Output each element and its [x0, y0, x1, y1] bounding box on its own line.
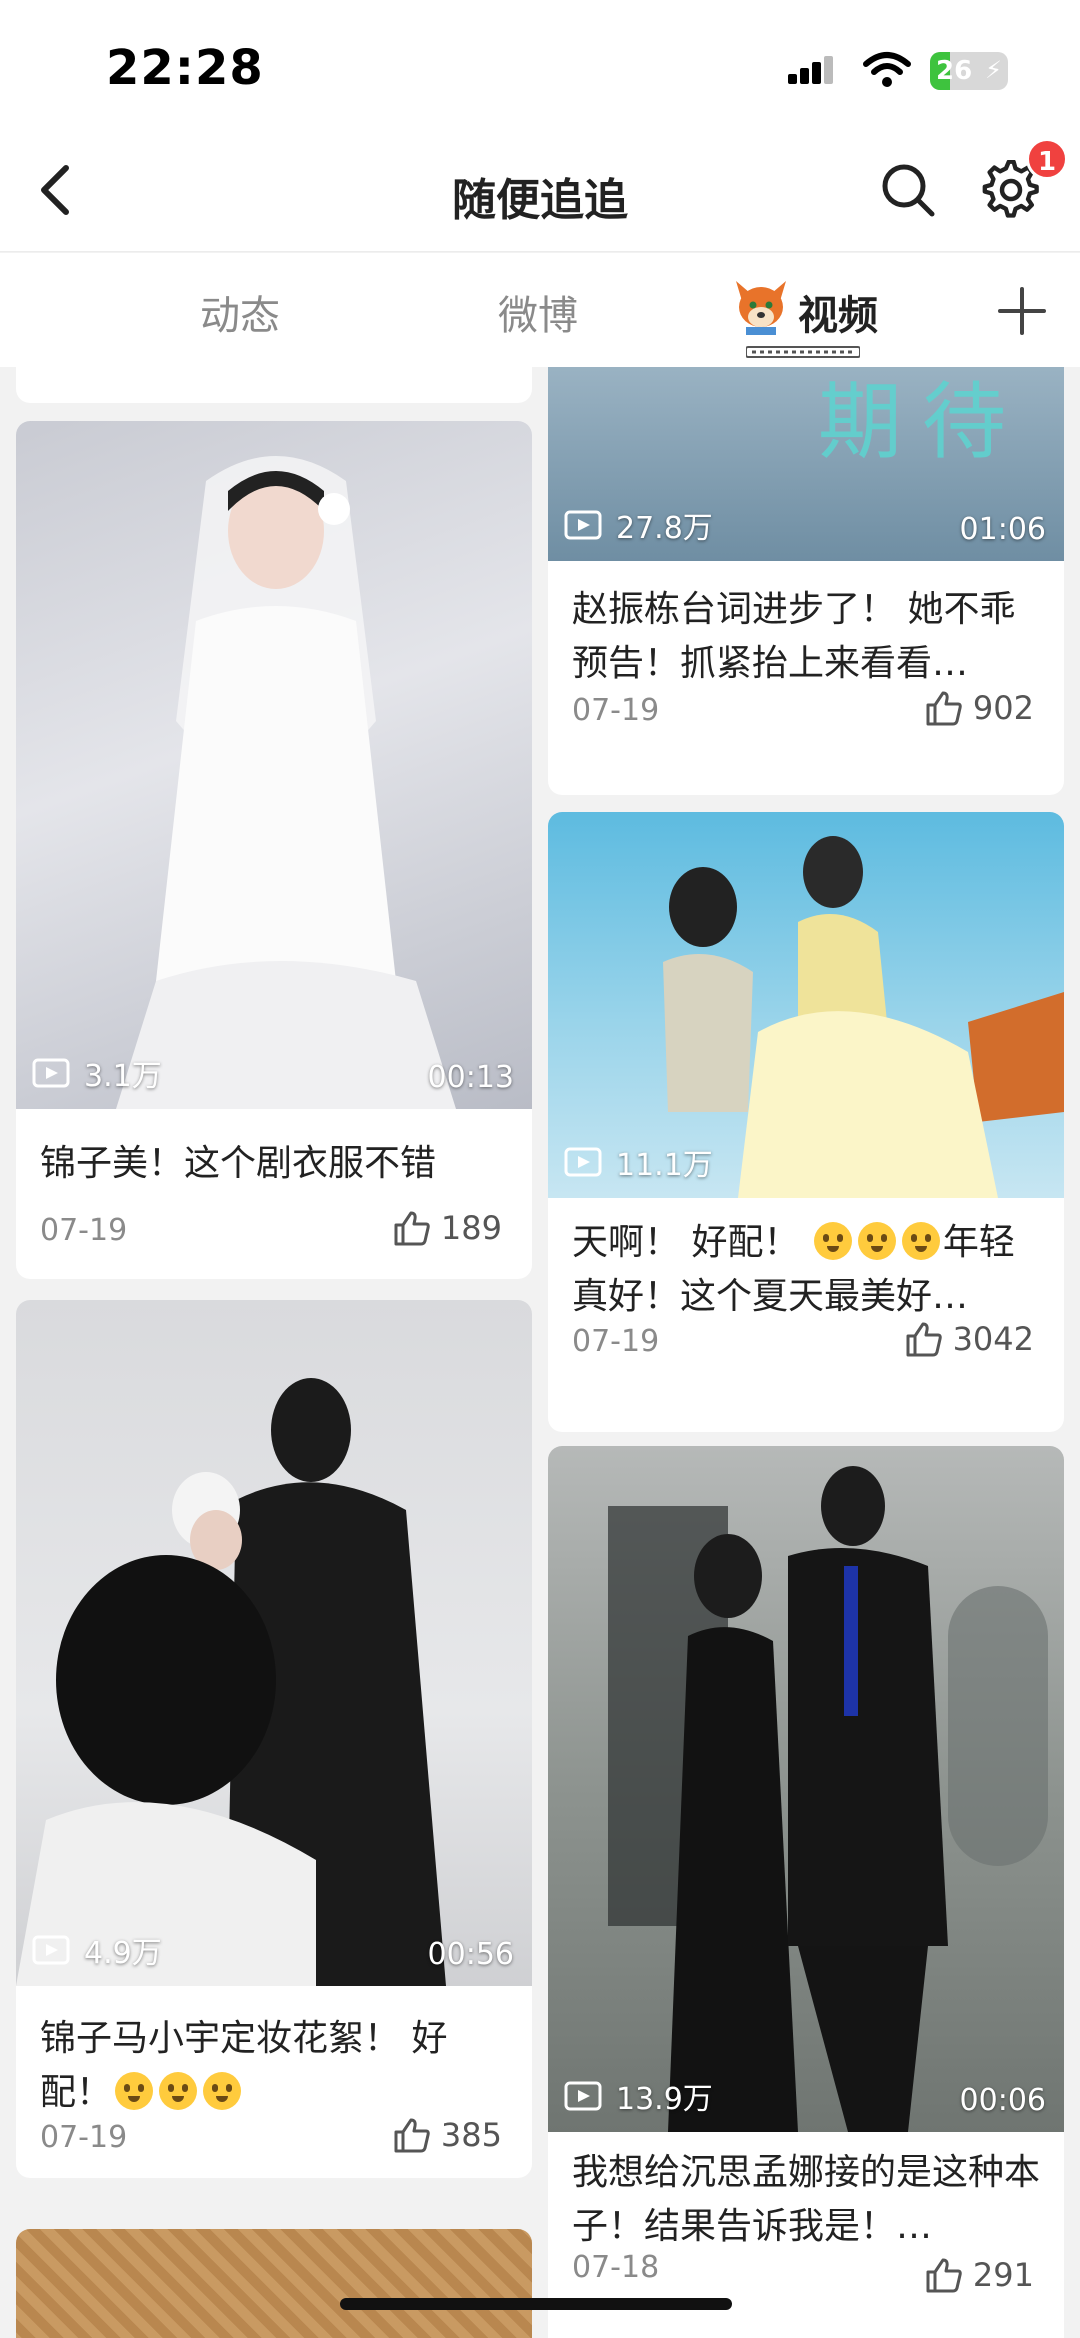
thumbnail-overlay-text: 期待 — [818, 373, 1027, 471]
tab-bar: 动态 微博 视频 — [0, 253, 1080, 367]
post-date: 07-18 — [572, 2250, 660, 2285]
add-tab-button[interactable] — [996, 285, 1048, 337]
view-count-text: 27.8万 — [616, 511, 713, 546]
video-duration: 00:13 — [427, 1060, 514, 1095]
like-button[interactable]: 189 — [393, 1209, 502, 1247]
emoji-icon — [901, 1222, 940, 1260]
video-title: 锦子美！这个剧衣服不错 — [40, 1143, 437, 1184]
couple-photo-illustration — [16, 1378, 446, 1986]
video-card-partial[interactable] — [16, 367, 532, 403]
thumbs-up-icon — [926, 2258, 962, 2293]
view-count: 27.8万 — [564, 503, 713, 547]
post-date: 07-19 — [40, 1213, 128, 1248]
view-count: 13.9万 — [564, 2074, 713, 2118]
play-icon — [32, 1058, 70, 1088]
battery-percent: 26 — [936, 56, 973, 86]
thumbs-up-icon — [906, 1322, 942, 1357]
tab-video[interactable]: 视频 — [798, 283, 878, 341]
notification-badge: 1 — [1026, 138, 1068, 180]
video-thumbnail[interactable]: 11.1万 — [548, 812, 1064, 1198]
emoji-icon — [159, 2072, 198, 2110]
video-feed[interactable]: 3.1万 00:13 锦子美！这个剧衣服不错 07-19 189 4.9万 00… — [0, 367, 1080, 2338]
like-count: 3042 — [952, 1320, 1034, 1358]
tab-weibo[interactable]: 微博 — [498, 283, 578, 341]
video-title: 锦子马小宇定妆花絮！ 好配！ — [40, 2012, 508, 2120]
status-time: 22:28 — [106, 40, 264, 96]
thumbs-up-icon — [926, 691, 962, 726]
view-count: 11.1万 — [564, 1140, 713, 1184]
home-indicator — [340, 2298, 732, 2310]
video-title: 我想给沉思孟娜接的是这种本子！结果告诉我是！… — [572, 2152, 1040, 2247]
video-thumbnail[interactable]: 4.9万 00:56 — [16, 1300, 532, 1986]
tab-active-decoration — [746, 346, 860, 358]
video-card[interactable]: 11.1万 天啊！ 好配！ 年轻真好！这个夏天最美好… 07-19 3042 — [548, 812, 1064, 1432]
post-date: 07-19 — [40, 2120, 128, 2155]
view-count-text: 3.1万 — [84, 1059, 162, 1094]
battery-indicator: 26 ⚡ — [930, 52, 1008, 90]
view-count-text: 11.1万 — [616, 1148, 713, 1183]
view-count: 3.1万 — [32, 1051, 162, 1095]
emoji-icon — [857, 1222, 896, 1260]
like-button[interactable]: 3042 — [905, 1320, 1034, 1358]
video-title-text: 锦子马小宇定妆花絮！ 好配！ — [40, 2018, 448, 2113]
view-count-text: 13.9万 — [616, 2082, 713, 2117]
post-date: 07-19 — [572, 693, 660, 728]
like-count: 902 — [972, 689, 1034, 727]
video-card[interactable]: 3.1万 00:13 锦子美！这个剧衣服不错 07-19 189 — [16, 421, 532, 1279]
video-duration: 00:06 — [959, 2083, 1046, 2118]
video-title-lead: 天啊！ 好配！ — [572, 1222, 811, 1263]
video-card[interactable]: 13.9万 00:06 我想给沉思孟娜接的是这种本子！结果告诉我是！… 07-1… — [548, 1446, 1064, 2338]
video-duration: 00:56 — [427, 1937, 514, 1972]
couple-evening-illustration — [608, 1466, 1048, 2132]
charging-bolt-icon: ⚡ — [985, 56, 1002, 84]
like-count: 189 — [440, 1209, 502, 1247]
video-thumbnail[interactable]: 期待 27.8万 01:06 — [548, 367, 1064, 561]
like-count: 291 — [972, 2256, 1034, 2294]
emoji-icon — [813, 1222, 852, 1260]
video-card[interactable]: 4.9万 00:56 锦子马小宇定妆花絮！ 好配！ 07-19 385 — [16, 1300, 532, 2178]
thumbs-up-icon — [394, 1211, 430, 1246]
video-thumbnail[interactable]: 13.9万 00:06 — [548, 1446, 1064, 2132]
like-button[interactable]: 385 — [393, 2116, 502, 2154]
play-icon — [564, 1147, 602, 1177]
search-icon[interactable] — [878, 160, 938, 220]
play-icon — [564, 2081, 602, 2111]
emoji-icon — [115, 2072, 154, 2110]
video-title: 天啊！ 好配！ 年轻真好！这个夏天最美好… — [572, 1216, 1040, 1324]
fox-mascot-icon — [736, 281, 786, 335]
video-card-partial[interactable] — [16, 2229, 532, 2338]
thumbs-up-icon — [394, 2118, 430, 2153]
nav-bar: 随便追追 1 — [0, 130, 1080, 252]
video-duration: 01:06 — [959, 512, 1046, 547]
video-title: 赵振栋台词进步了！ 她不乖预告！抓紧抬上来看看… — [572, 589, 1016, 684]
tab-dynamic[interactable]: 动态 — [200, 283, 280, 341]
cellular-signal-icon — [788, 56, 833, 84]
video-thumbnail[interactable] — [16, 2229, 532, 2338]
wifi-icon — [863, 52, 911, 87]
emoji-icon — [203, 2072, 242, 2110]
play-icon — [564, 510, 602, 540]
like-count: 385 — [440, 2116, 502, 2154]
like-button[interactable]: 291 — [925, 2256, 1034, 2294]
like-button[interactable]: 902 — [925, 689, 1034, 727]
play-icon — [32, 1935, 70, 1965]
status-bar: 22:28 26 ⚡ — [0, 0, 1080, 130]
video-thumbnail[interactable]: 3.1万 00:13 — [16, 421, 532, 1109]
post-date: 07-19 — [572, 1324, 660, 1359]
video-card[interactable]: 期待 27.8万 01:06 赵振栋台词进步了！ 她不乖预告！抓紧抬上来看看… … — [548, 367, 1064, 795]
view-count-text: 4.9万 — [84, 1936, 162, 1971]
bride-illustration — [116, 456, 456, 1109]
view-count: 4.9万 — [32, 1928, 162, 1972]
